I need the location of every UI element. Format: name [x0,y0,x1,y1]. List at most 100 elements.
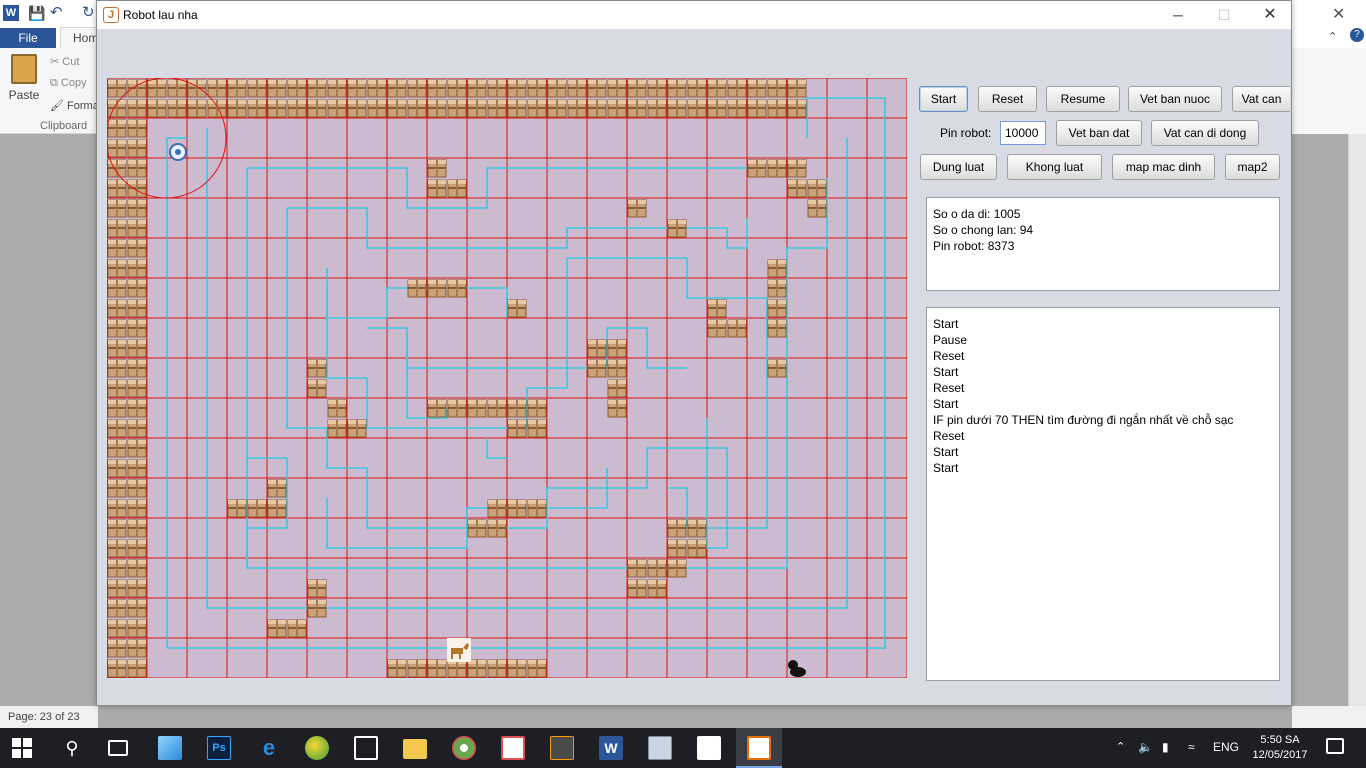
reset-button[interactable]: Reset [978,86,1037,112]
notification-icon[interactable] [1326,738,1344,754]
parrot-app-icon[interactable] [305,736,329,760]
language-indicator[interactable]: ENG [1213,740,1239,754]
box-obstacle [467,99,487,118]
box-obstacle [767,159,787,178]
box-obstacle [527,419,547,438]
resource-monitor-icon[interactable] [648,736,672,760]
box-obstacle [487,659,507,678]
obstacle-button[interactable]: Vat can [1232,86,1290,112]
box-obstacle [607,399,627,418]
box-obstacle [307,79,327,98]
word-vertical-scrollbar[interactable] [1348,134,1366,706]
box-obstacle [647,559,667,578]
close-button[interactable]: ✕ [1247,1,1293,29]
box-obstacle [507,299,527,318]
save-icon[interactable]: 💾 [28,5,45,21]
maximize-button[interactable]: ☐ [1201,1,1247,29]
home-tab[interactable]: Hom [60,27,100,49]
chevron-up-icon[interactable]: ⌃ [1116,740,1125,753]
copy-button[interactable]: ⧉ Copy [50,77,87,90]
photoshop-icon[interactable]: Ps [207,736,231,760]
box-obstacle [107,319,127,338]
store-icon[interactable] [354,736,378,760]
box-obstacle [627,559,647,578]
moving-obstacle-button[interactable]: Vat can di dong [1151,120,1259,146]
box-obstacle [707,299,727,318]
box-obstacle [787,79,807,98]
box-obstacle [447,659,467,678]
box-obstacle [107,119,127,138]
edge-icon[interactable]: e [257,736,281,760]
box-obstacle [647,79,667,98]
unikey-icon[interactable] [501,736,525,760]
room-map[interactable] [107,78,907,678]
minimize-button[interactable]: ─ [1155,1,1201,29]
box-obstacle [767,79,787,98]
file-tab[interactable]: File [0,28,56,48]
clock[interactable]: 5:50 SA 12/05/2017 [1250,733,1310,763]
word-status-page: Page: 23 of 23 [0,706,98,728]
wifi-icon[interactable]: ≈ [1188,740,1195,754]
box-obstacle [307,379,327,398]
box-obstacle [267,99,287,118]
paste-button[interactable]: Paste [6,54,42,116]
format-painter-button[interactable]: 🖌 Forma [50,99,99,112]
file-explorer-icon[interactable] [403,739,427,759]
box-obstacle [127,399,147,418]
box-obstacle [687,99,707,118]
collapse-ribbon-icon[interactable]: ⌃ [1328,30,1337,43]
dirt-stain-button[interactable]: Vet ban dat [1056,120,1142,146]
word-status-zoom [1292,706,1366,728]
box-obstacle [487,79,507,98]
java-taskbar-icon[interactable] [747,736,771,760]
word-ribbon-right [1292,48,1366,134]
box-obstacle [127,639,147,658]
box-obstacle [127,319,147,338]
box-obstacle [667,219,687,238]
log-panel[interactable]: Start Pause Reset Start Reset Start IF p… [926,307,1280,681]
cube-app-icon[interactable] [158,736,182,760]
box-obstacle [507,79,527,98]
word-taskbar-icon[interactable]: W [599,736,623,760]
stats-panel[interactable]: So o da di: 1005 So o chong lan: 94 Pin … [926,197,1280,291]
battery-input[interactable] [1000,121,1046,145]
use-rules-button[interactable]: Dung luat [920,154,997,180]
box-obstacle [707,99,727,118]
map2-button[interactable]: map2 [1225,154,1280,180]
resume-button[interactable]: Resume [1046,86,1120,112]
photos-icon[interactable] [697,736,721,760]
search-icon[interactable]: ⚲ [60,736,84,760]
undo-icon[interactable]: ↶ [50,3,66,21]
format-label: Forma [67,100,99,112]
box-obstacle [687,539,707,558]
box-obstacle [107,159,127,178]
cut-button[interactable]: ✂ Cut [50,55,79,68]
box-obstacle [387,79,407,98]
sublime-text-icon[interactable] [550,736,574,760]
water-stain-button[interactable]: Vet ban nuoc [1128,86,1222,112]
box-obstacle [667,559,687,578]
help-icon[interactable]: ? [1350,28,1364,42]
box-obstacle [147,99,167,118]
box-obstacle [767,99,787,118]
box-obstacle [247,99,267,118]
default-map-button[interactable]: map mac dinh [1112,154,1215,180]
box-obstacle [307,599,327,618]
box-obstacle [747,99,767,118]
task-view-icon[interactable] [108,740,128,756]
box-obstacle [507,419,527,438]
box-obstacle [407,99,427,118]
no-rules-button[interactable]: Khong luat [1007,154,1102,180]
box-obstacle [127,99,147,118]
browser-icon[interactable] [452,736,476,760]
battery-icon[interactable]: ▮ [1162,740,1169,754]
box-obstacle [167,79,187,98]
box-obstacle [407,659,427,678]
volume-icon[interactable]: 🔈 [1138,740,1153,754]
word-close-icon[interactable]: ✕ [1332,4,1345,24]
start-button[interactable]: Start [919,86,968,112]
windows-start-icon[interactable] [12,738,32,758]
box-obstacle [307,579,327,598]
app-titlebar[interactable]: J Robot lau nha ─ ☐ ✕ [97,1,1291,29]
box-obstacle [487,519,507,538]
